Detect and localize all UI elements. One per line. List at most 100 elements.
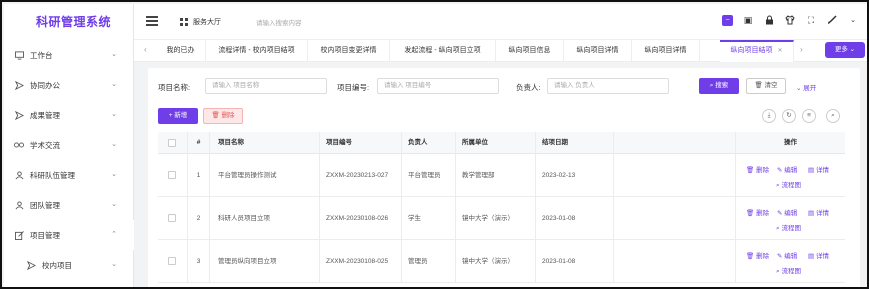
edit-icon [14, 230, 24, 240]
lock-icon[interactable] [763, 14, 775, 26]
owner-input[interactable]: 请输入 负责人 [547, 78, 669, 94]
edit-icon: ✎ [777, 167, 783, 174]
chevron-down-icon: ⌄ [111, 141, 117, 148]
trash-icon: 🗑 [746, 253, 755, 260]
sidebar-item-label: 校内项目 [42, 260, 72, 270]
tab-vertical-completion[interactable]: 纵向项目结项 ✕ [720, 40, 794, 62]
sidebar-item-team[interactable]: 团队管理 ⌄ [4, 190, 134, 220]
row-unit: 教学管理部 [456, 154, 536, 197]
download-icon[interactable]: ⤓ [762, 109, 776, 123]
row-project-name: 管理员纵向项目立项 [210, 240, 320, 283]
row-unit: 镜中大学（演示） [456, 197, 536, 240]
search-button[interactable]: ⌕ 搜索 [699, 78, 739, 94]
tab-my-done[interactable]: 我的已办 [156, 40, 206, 62]
row-delete-link[interactable]: 🗑 删除 [746, 164, 769, 174]
tab-change-detail[interactable]: 校内项目变更详情 [308, 40, 390, 62]
row-detail-link[interactable]: ▤ 详情 [808, 250, 829, 260]
document-icon: ▤ [808, 253, 815, 260]
sidebar-item-collaboration[interactable]: 协同办公 ⌄ [4, 70, 134, 100]
tab-scroll-left-icon[interactable]: ‹ [144, 45, 147, 54]
chevron-down-icon: ⌄ [111, 51, 117, 58]
row-date: 2023-01-08 [536, 197, 614, 240]
edit-icon: ✎ [777, 253, 783, 260]
row-detail-link[interactable]: ▤ 详情 [808, 164, 829, 174]
sidebar: 科研管理系统 工作台 ⌄ 协同办公 ⌄ 成果管理 ⌄ 学术交流 ⌄ 科研队伍管理… [4, 4, 134, 287]
chevron-down-icon[interactable]: ⌄ [847, 14, 859, 26]
row-checkbox[interactable] [168, 171, 176, 179]
top-bar: 服务大厅 请输入搜索内容 − ▣ ⛶ ⌄ [134, 4, 867, 40]
tab-vertical-detail-1[interactable]: 纵向项目详情 [564, 40, 632, 62]
trash-icon: 🗑 [746, 167, 755, 174]
row-unit: 镜中大学（演示） [456, 240, 536, 283]
sidebar-item-workbench[interactable]: 工作台 ⌄ [4, 40, 134, 70]
app-title: 科研管理系统 [36, 15, 112, 29]
sidebar-item-campus-projects[interactable]: 校内项目 ⌄ [4, 250, 134, 280]
menu-toggle-icon[interactable] [146, 16, 158, 26]
project-code-input[interactable]: 请输入 项目编号 [377, 78, 499, 94]
row-owner: 平台管理员 [402, 154, 456, 197]
row-project-name: 平台管理员操作测试 [210, 154, 320, 197]
search-icon[interactable]: ⌕ [826, 109, 840, 123]
tab-vertical-info[interactable]: 纵向项目信息 [496, 40, 564, 62]
minus-icon[interactable]: − [722, 14, 733, 26]
trash-icon: 🗑 [746, 210, 755, 217]
trash-icon: 🗑 [754, 82, 763, 89]
main-content: 项目名称: 请输入 项目名称 项目编号: 请输入 项目编号 负责人: 请输入 负… [148, 68, 860, 287]
row-owner: 学生 [402, 197, 456, 240]
sidebar-item-research-team[interactable]: 科研队伍管理 ⌄ [4, 160, 134, 190]
header-search-input[interactable]: 请输入搜索内容 [256, 17, 302, 27]
sidebar-item-projects[interactable]: 项目管理 ⌃ [4, 220, 134, 250]
columns-icon[interactable]: ≡ [802, 109, 816, 123]
refresh-icon[interactable]: ↻ [782, 109, 796, 123]
select-all-checkbox[interactable] [168, 139, 176, 147]
monitor-icon [14, 50, 24, 60]
filter-owner-label: 负责人: [516, 83, 541, 92]
shirt-icon[interactable] [784, 14, 796, 26]
col-project-code: 项目编号 [320, 132, 402, 154]
tab-start-flow[interactable]: 发起流程 - 纵向项目立项 [390, 40, 496, 62]
row-checkbox[interactable] [168, 214, 176, 222]
row-delete-link[interactable]: 🗑 删除 [746, 250, 769, 260]
sidebar-item-label: 科研队伍管理 [30, 170, 75, 180]
table-row: 1 平台管理员操作测试 ZXXM-20230213-027 平台管理员 教学管理… [158, 154, 845, 197]
row-index: 1 [188, 154, 210, 197]
row-flowchart-link[interactable]: ⌕ 流程图 [776, 222, 801, 233]
sidebar-item-achievements[interactable]: 成果管理 ⌄ [4, 100, 134, 130]
tab-flow-detail[interactable]: 流程详情 - 校内项目结项 [206, 40, 308, 62]
sidebar-item-academic[interactable]: 学术交流 ⌄ [4, 130, 134, 160]
service-hall-link[interactable]: 服务大厅 [180, 17, 221, 27]
row-flowchart-link[interactable]: ⌕ 流程图 [776, 179, 801, 190]
add-button[interactable]: + 新增 [158, 108, 198, 124]
row-flowchart-link[interactable]: ⌕ 流程图 [776, 265, 801, 276]
reset-button[interactable]: 🗑 清空 [746, 78, 786, 94]
row-edit-link[interactable]: ✎ 编辑 [777, 164, 797, 174]
brush-icon[interactable] [826, 14, 838, 26]
tab-scroll-right-icon[interactable]: › [800, 45, 803, 54]
tab-vertical-detail-2[interactable]: 纵向项目详情 [632, 40, 700, 62]
bookmark-icon[interactable]: ▣ [742, 14, 754, 26]
header-toolbar: − ▣ ⛶ ⌄ [722, 14, 859, 26]
row-index: 3 [188, 240, 210, 283]
fullscreen-icon[interactable]: ⛶ [805, 14, 817, 26]
row-detail-link[interactable]: ▤ 详情 [808, 207, 829, 217]
search-icon: ⌕ [709, 82, 714, 89]
row-delete-link[interactable]: 🗑 删除 [746, 207, 769, 217]
chevron-down-icon: ⌄ [111, 201, 117, 208]
col-index: # [188, 132, 210, 154]
row-checkbox[interactable] [168, 257, 176, 265]
row-edit-link[interactable]: ✎ 编辑 [777, 207, 797, 217]
table-header: # 项目名称 项目编号 负责人 所属单位 结项日期 操作 [158, 132, 845, 154]
close-icon[interactable]: ✕ [777, 48, 782, 54]
expand-button[interactable]: ⌄ 展开 [796, 82, 816, 92]
row-edit-link[interactable]: ✎ 编辑 [777, 250, 797, 260]
row-actions: 🗑 删除 ✎ 编辑 ▤ 详情 ⌕ 流程图 [736, 240, 845, 283]
more-tabs-button[interactable]: 更多 ⌄ [825, 42, 865, 58]
search-icon: ⌕ [776, 268, 780, 275]
project-name-input[interactable]: 请输入 项目名称 [205, 78, 327, 94]
document-icon: ▤ [808, 210, 815, 217]
app-frame: 科研管理系统 工作台 ⌄ 协同办公 ⌄ 成果管理 ⌄ 学术交流 ⌄ 科研队伍管理… [0, 0, 869, 289]
chevron-down-icon: ⌄ [796, 85, 802, 92]
col-project-name: 项目名称 [210, 132, 320, 154]
user-icon [14, 200, 24, 210]
delete-button[interactable]: 🗑 删除 [203, 108, 243, 124]
